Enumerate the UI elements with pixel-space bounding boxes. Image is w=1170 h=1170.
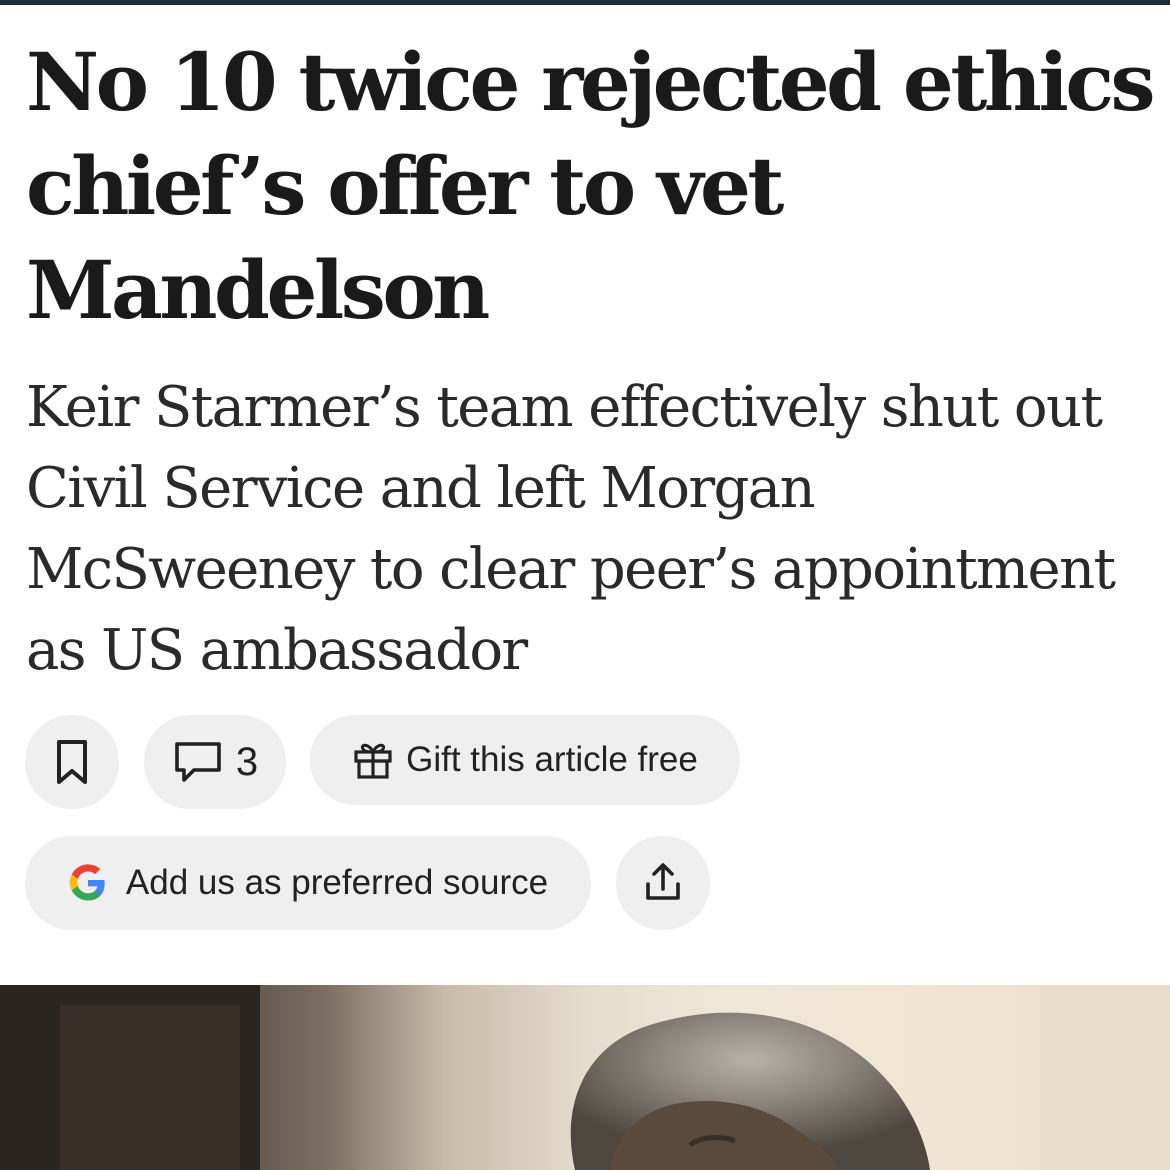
article-headline: No 10 twice rejected ethics chief’s offe… <box>26 35 1156 337</box>
google-g-icon <box>68 863 108 903</box>
article-photo <box>0 985 1170 1170</box>
comment-icon <box>172 739 224 785</box>
gift-article-button[interactable]: Gift this article free <box>310 715 740 805</box>
add-preferred-source-button[interactable]: Add us as preferred source <box>25 836 591 930</box>
add-preferred-source-label: Add us as preferred source <box>125 863 549 902</box>
share-button[interactable] <box>616 836 710 930</box>
share-icon <box>640 860 686 906</box>
comments-button[interactable]: 3 <box>144 715 286 809</box>
bookmark-icon <box>50 737 94 787</box>
gift-icon <box>352 739 394 781</box>
comment-count: 3 <box>235 739 259 784</box>
bookmark-button[interactable] <box>25 715 119 809</box>
top-bar <box>0 0 1170 5</box>
gift-article-label: Gift this article free <box>406 740 698 779</box>
article-standfirst: Keir Starmer’s team effectively shut out… <box>26 375 1116 683</box>
